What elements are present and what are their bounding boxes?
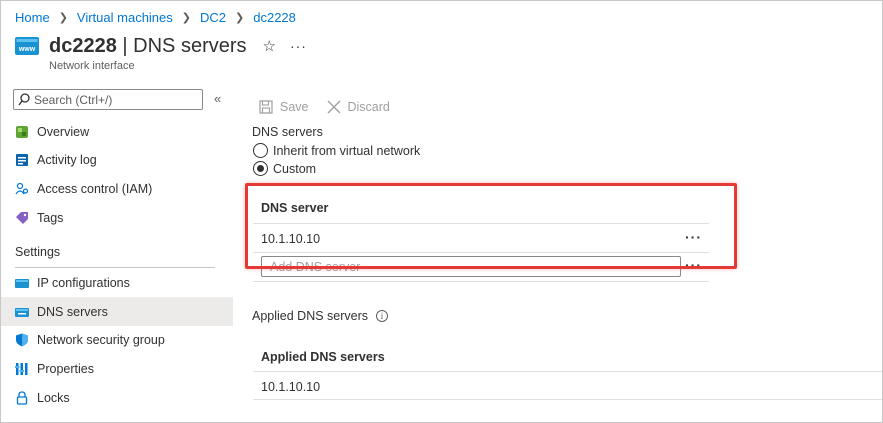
sidebar-item-dns-servers[interactable]: DNS servers [1, 297, 233, 326]
sidebar-item-access-control[interactable]: Access control (IAM) [1, 174, 233, 203]
tag-icon [15, 211, 29, 225]
info-icon[interactable]: i [376, 310, 389, 322]
radio-button[interactable] [253, 143, 268, 158]
more-options-icon[interactable]: ··· [290, 38, 307, 54]
sidebar-item-label: Network security group [37, 332, 165, 347]
page-subtitle: Network interface [49, 60, 135, 72]
ip-config-icon [15, 276, 29, 290]
title-separator: | [116, 34, 134, 57]
chevron-right-icon: ❯ [181, 11, 191, 24]
sidebar-item-tags[interactable]: Tags [1, 203, 233, 232]
sidebar-item-label: Properties [37, 361, 94, 376]
radio-button-selected[interactable] [253, 161, 268, 176]
dns-servers-label: DNS servers [252, 125, 323, 139]
save-icon [259, 100, 273, 114]
sidebar-item-label: Access control (IAM) [37, 181, 153, 196]
sidebar-item-properties[interactable]: Properties [1, 354, 233, 383]
page-header: www dc2228 | DNS servers ☆ ··· [15, 34, 307, 58]
blade-name: DNS servers [133, 34, 247, 57]
radio-label: Custom [273, 161, 317, 176]
dns-icon [15, 305, 29, 319]
breadcrumb-dc2228[interactable]: dc2228 [253, 10, 296, 25]
settings-section-heading: Settings [15, 245, 61, 259]
collapse-sidebar-icon[interactable]: « [214, 91, 221, 106]
properties-icon [15, 362, 29, 376]
sidebar-item-label: DNS servers [37, 304, 108, 319]
sidebar: Search (Ctrl+/) « Overview Activity log … [1, 85, 233, 422]
applied-dns-servers-label: Applied DNS servers i [252, 309, 389, 323]
breadcrumb-virtual-machines[interactable]: Virtual machines [77, 10, 173, 25]
sidebar-item-network-security-group[interactable]: Network security group [1, 325, 233, 354]
activity-log-icon [15, 153, 29, 167]
sidebar-item-label: Locks [37, 390, 70, 405]
radio-custom[interactable]: Custom [253, 161, 316, 176]
sidebar-item-locks[interactable]: Locks [1, 383, 233, 412]
sidebar-item-activity-log[interactable]: Activity log [1, 145, 233, 174]
breadcrumb-home[interactable]: Home [15, 10, 50, 25]
save-button[interactable]: Save [259, 100, 309, 114]
overview-icon [15, 125, 29, 139]
breadcrumb: Home ❯ Virtual machines ❯ DC2 ❯ dc2228 [15, 9, 296, 25]
applied-label-text: Applied DNS servers [252, 309, 369, 323]
shield-icon [15, 333, 29, 347]
radio-label: Inherit from virtual network [273, 143, 421, 158]
close-icon [327, 100, 340, 114]
network-interface-icon: www [15, 34, 39, 58]
sidebar-item-label: Activity log [37, 152, 97, 167]
favorite-star-icon[interactable]: ☆ [263, 37, 276, 55]
portal-window: Home ❯ Virtual machines ❯ DC2 ❯ dc2228 w… [0, 0, 883, 423]
access-control-icon [15, 182, 29, 196]
chevron-right-icon: ❯ [58, 11, 68, 24]
search-icon [18, 93, 30, 106]
applied-dns-column-header: Applied DNS servers [261, 350, 385, 364]
discard-button[interactable]: Discard [327, 100, 390, 114]
radio-inherit-from-vnet[interactable]: Inherit from virtual network [253, 143, 420, 158]
grid-divider [253, 371, 882, 372]
sidebar-item-ip-configurations[interactable]: IP configurations [1, 268, 233, 297]
search-placeholder: Search (Ctrl+/) [34, 92, 113, 107]
lock-icon [15, 390, 29, 405]
sidebar-item-overview[interactable]: Overview [1, 117, 233, 146]
sidebar-item-label: Overview [37, 124, 90, 139]
breadcrumb-dc2[interactable]: DC2 [200, 10, 226, 25]
sidebar-item-label: Tags [37, 210, 64, 225]
svg-text:www: www [18, 46, 36, 53]
sidebar-search[interactable]: Search (Ctrl+/) [13, 89, 203, 110]
chevron-right-icon: ❯ [235, 11, 245, 24]
page-title: dc2228 | DNS servers [49, 35, 247, 58]
grid-divider [253, 399, 882, 400]
grid-divider [253, 281, 709, 282]
discard-label: Discard [347, 100, 390, 114]
highlight-annotation-box [245, 183, 737, 269]
command-bar: Save Discard [259, 100, 408, 114]
sidebar-item-label: IP configurations [37, 275, 130, 290]
save-label: Save [280, 100, 309, 114]
applied-dns-value: 10.1.10.10 [261, 380, 321, 394]
resource-name: dc2228 [49, 34, 117, 57]
